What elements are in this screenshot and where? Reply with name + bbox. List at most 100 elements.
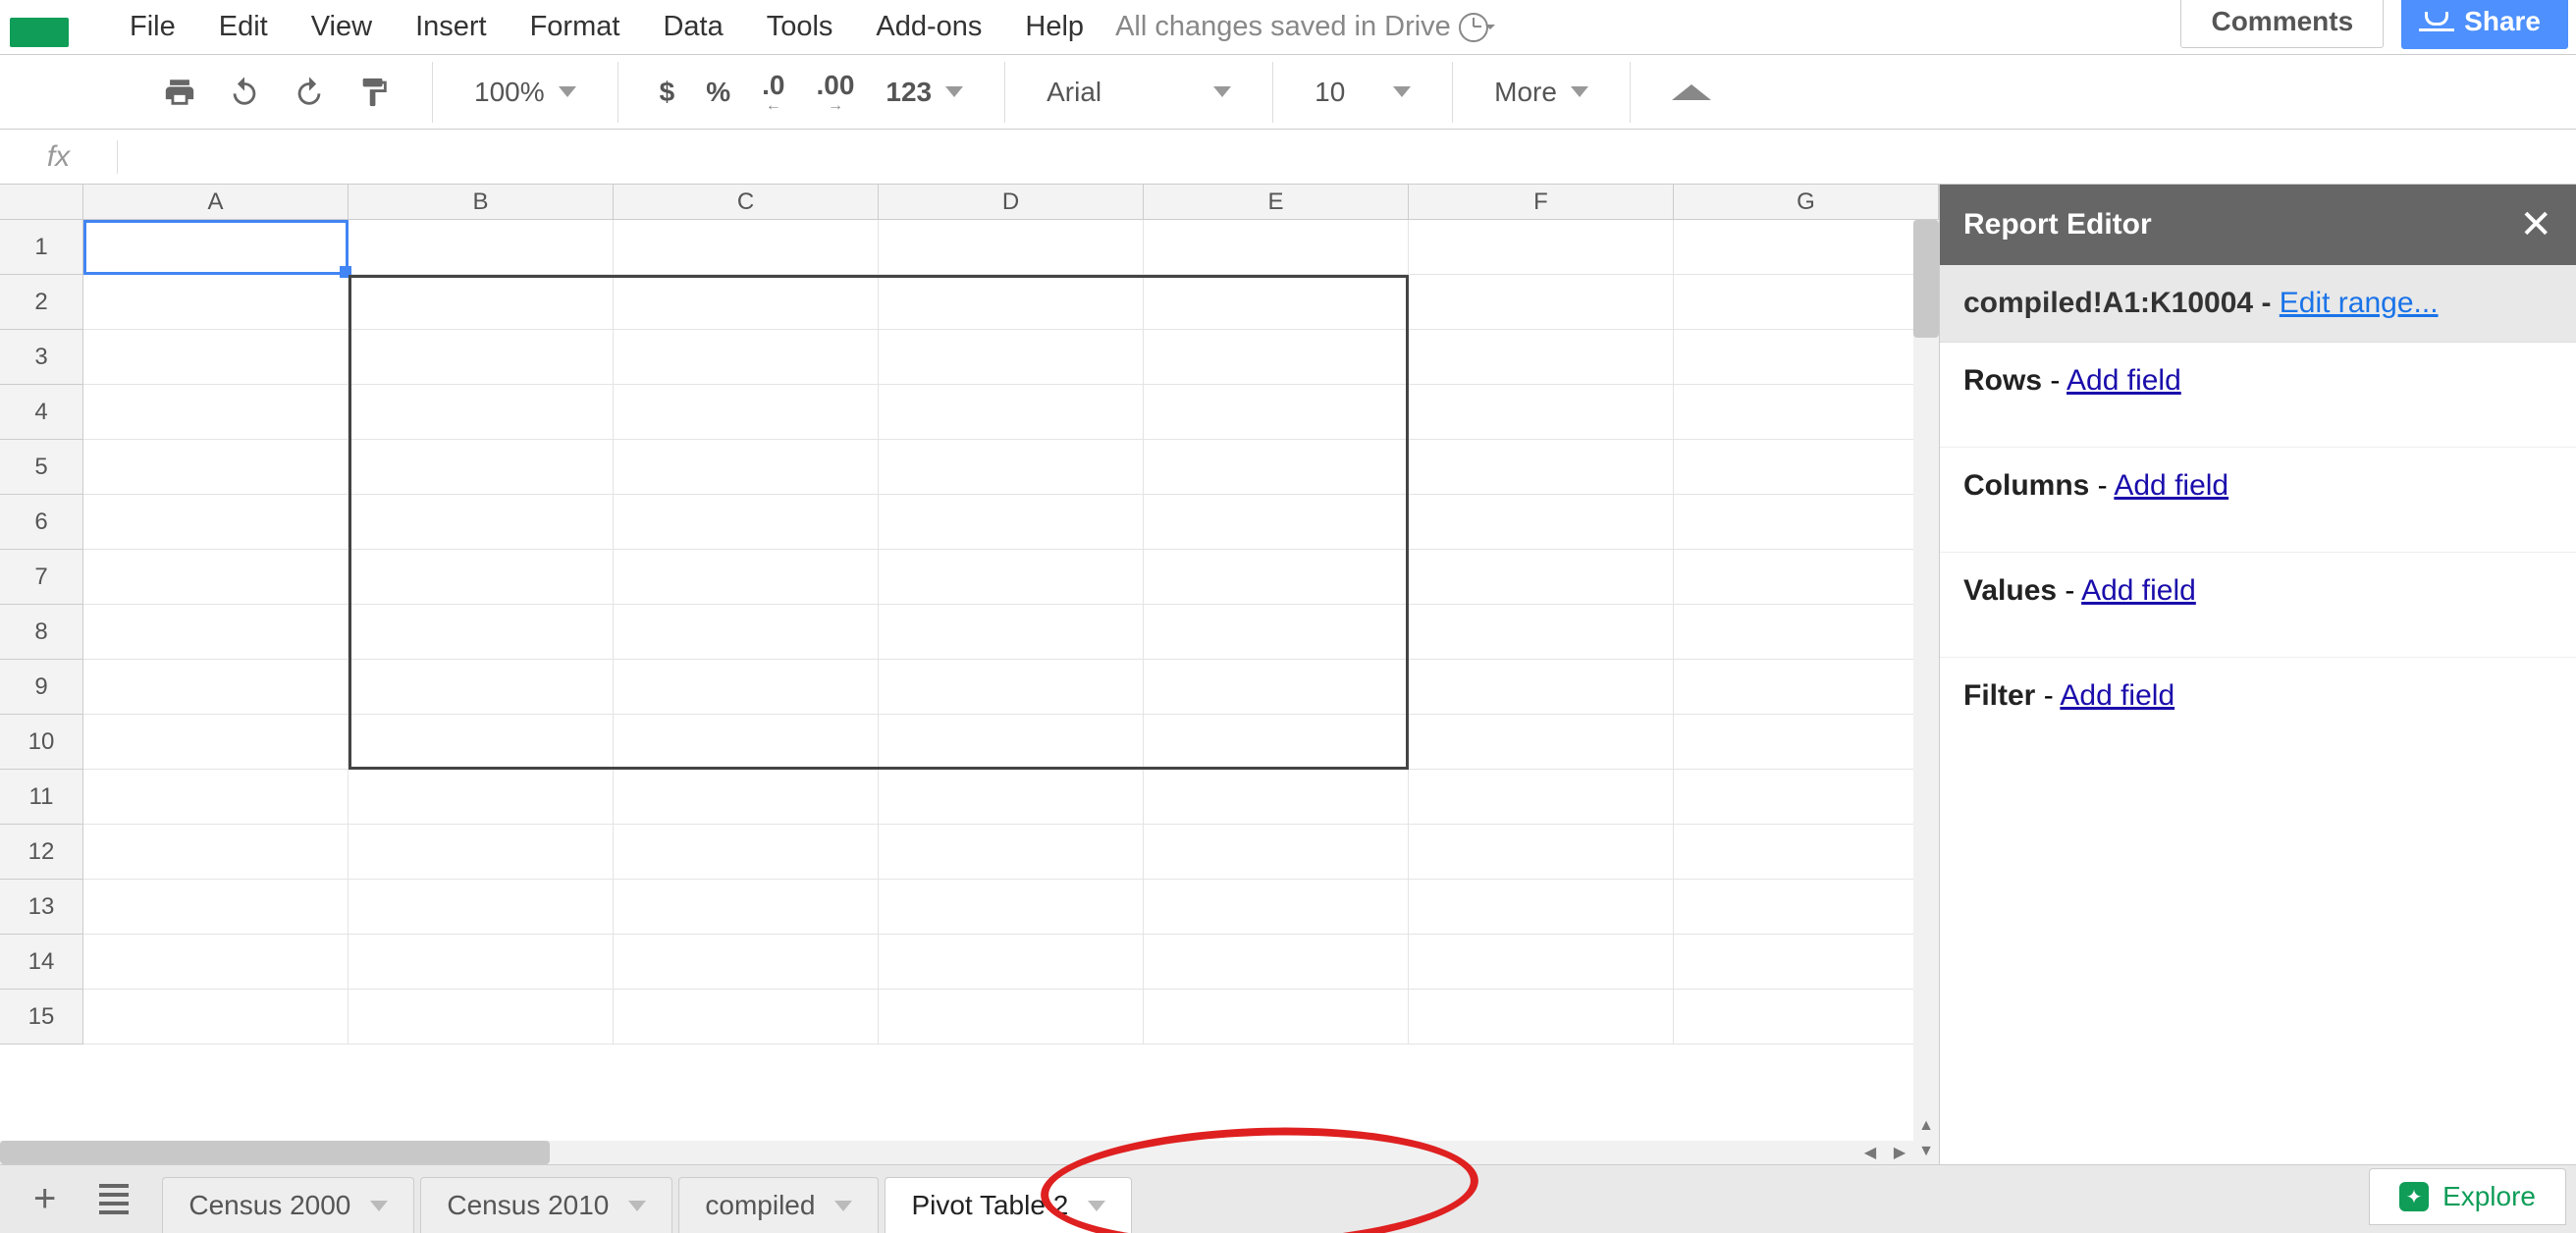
formula-input[interactable] <box>118 141 2576 172</box>
cell[interactable] <box>349 330 614 385</box>
cell[interactable] <box>614 825 879 880</box>
cell[interactable] <box>1409 770 1674 825</box>
cell[interactable] <box>1144 495 1409 550</box>
cell[interactable] <box>1409 220 1674 275</box>
cell[interactable] <box>1144 770 1409 825</box>
cell[interactable] <box>1674 440 1939 495</box>
column-header[interactable]: F <box>1409 185 1674 220</box>
cell[interactable] <box>879 935 1144 990</box>
column-header[interactable]: D <box>879 185 1144 220</box>
menu-file[interactable]: File <box>108 5 197 49</box>
cell[interactable] <box>614 495 879 550</box>
format-percent-button[interactable]: % <box>690 71 746 114</box>
decrease-decimal-button[interactable]: .0← <box>746 64 800 121</box>
increase-decimal-button[interactable]: .00→ <box>800 64 870 121</box>
row-header[interactable]: 7 <box>0 550 83 605</box>
cell[interactable] <box>1409 605 1674 660</box>
row-header[interactable]: 2 <box>0 275 83 330</box>
cell[interactable] <box>1674 880 1939 935</box>
row-header[interactable]: 5 <box>0 440 83 495</box>
cell[interactable] <box>1674 220 1939 275</box>
cell[interactable] <box>614 715 879 770</box>
cell[interactable] <box>1674 605 1939 660</box>
font-size-dropdown[interactable]: 10 <box>1299 71 1426 114</box>
row-header[interactable]: 14 <box>0 935 83 990</box>
column-header[interactable]: E <box>1144 185 1409 220</box>
column-header[interactable]: G <box>1674 185 1939 220</box>
menu-view[interactable]: View <box>290 5 394 49</box>
cell[interactable] <box>1144 275 1409 330</box>
cell[interactable] <box>1409 330 1674 385</box>
horizontal-scroll-arrows[interactable]: ◀▶ <box>1855 1141 1914 1164</box>
vertical-scrollbar[interactable] <box>1913 220 1939 1164</box>
history-icon[interactable] <box>1459 13 1488 42</box>
cell[interactable] <box>83 825 349 880</box>
more-formats-dropdown[interactable]: More <box>1478 71 1604 114</box>
row-header[interactable]: 11 <box>0 770 83 825</box>
columns-add-field-link[interactable]: Add field <box>2114 469 2228 502</box>
cell[interactable] <box>1144 550 1409 605</box>
edit-range-link[interactable]: Edit range... <box>2280 287 2439 319</box>
cell[interactable] <box>1144 935 1409 990</box>
cell[interactable] <box>614 605 879 660</box>
cell[interactable] <box>879 990 1144 1045</box>
cell[interactable] <box>1674 990 1939 1045</box>
cell[interactable] <box>614 275 879 330</box>
cell[interactable] <box>1144 220 1409 275</box>
cell[interactable] <box>349 495 614 550</box>
sheet-tab-census-2010[interactable]: Census 2010 <box>420 1177 672 1233</box>
cell[interactable] <box>1409 550 1674 605</box>
row-header[interactable]: 10 <box>0 715 83 770</box>
cell[interactable] <box>879 550 1144 605</box>
sheet-tab-census-2000[interactable]: Census 2000 <box>162 1177 414 1233</box>
print-button[interactable] <box>147 70 212 115</box>
cell[interactable] <box>349 770 614 825</box>
cell[interactable] <box>1409 990 1674 1045</box>
cell[interactable] <box>614 550 879 605</box>
row-header[interactable]: 3 <box>0 330 83 385</box>
cell[interactable] <box>1144 605 1409 660</box>
cell[interactable] <box>349 935 614 990</box>
cell[interactable] <box>349 220 614 275</box>
sheet-tab-pivot-table-2[interactable]: Pivot Table 2 <box>885 1177 1132 1233</box>
cell[interactable] <box>1409 660 1674 715</box>
row-header[interactable]: 12 <box>0 825 83 880</box>
row-header[interactable]: 8 <box>0 605 83 660</box>
cell[interactable] <box>1674 385 1939 440</box>
cell[interactable] <box>349 440 614 495</box>
cell[interactable] <box>1674 275 1939 330</box>
cell[interactable] <box>879 770 1144 825</box>
cell[interactable] <box>614 880 879 935</box>
cell[interactable] <box>83 495 349 550</box>
row-header[interactable]: 6 <box>0 495 83 550</box>
cell[interactable] <box>1674 330 1939 385</box>
cell[interactable] <box>1409 385 1674 440</box>
horizontal-scrollbar[interactable] <box>0 1141 1914 1164</box>
row-header[interactable]: 15 <box>0 990 83 1045</box>
cell[interactable] <box>83 330 349 385</box>
cell[interactable] <box>879 440 1144 495</box>
menu-add-ons[interactable]: Add-ons <box>854 5 1003 49</box>
cell[interactable] <box>1144 330 1409 385</box>
row-header[interactable]: 1 <box>0 220 83 275</box>
cell[interactable] <box>614 660 879 715</box>
undo-button[interactable] <box>212 70 277 115</box>
close-panel-button[interactable]: ✕ <box>2519 202 2552 247</box>
cell[interactable] <box>349 660 614 715</box>
cell[interactable] <box>1409 880 1674 935</box>
cell[interactable] <box>1674 715 1939 770</box>
cell[interactable] <box>1674 825 1939 880</box>
cell[interactable] <box>83 715 349 770</box>
cell[interactable] <box>83 660 349 715</box>
menu-format[interactable]: Format <box>509 5 642 49</box>
add-sheet-button[interactable]: + <box>33 1177 56 1221</box>
select-all-corner[interactable] <box>0 185 83 220</box>
cell[interactable] <box>83 935 349 990</box>
column-header[interactable]: A <box>83 185 349 220</box>
menu-help[interactable]: Help <box>1003 5 1105 49</box>
cell[interactable] <box>879 825 1144 880</box>
explore-button[interactable]: ✦ Explore <box>2369 1168 2566 1225</box>
comments-button[interactable]: Comments <box>2180 0 2384 48</box>
cell[interactable] <box>83 550 349 605</box>
cell[interactable] <box>879 715 1144 770</box>
